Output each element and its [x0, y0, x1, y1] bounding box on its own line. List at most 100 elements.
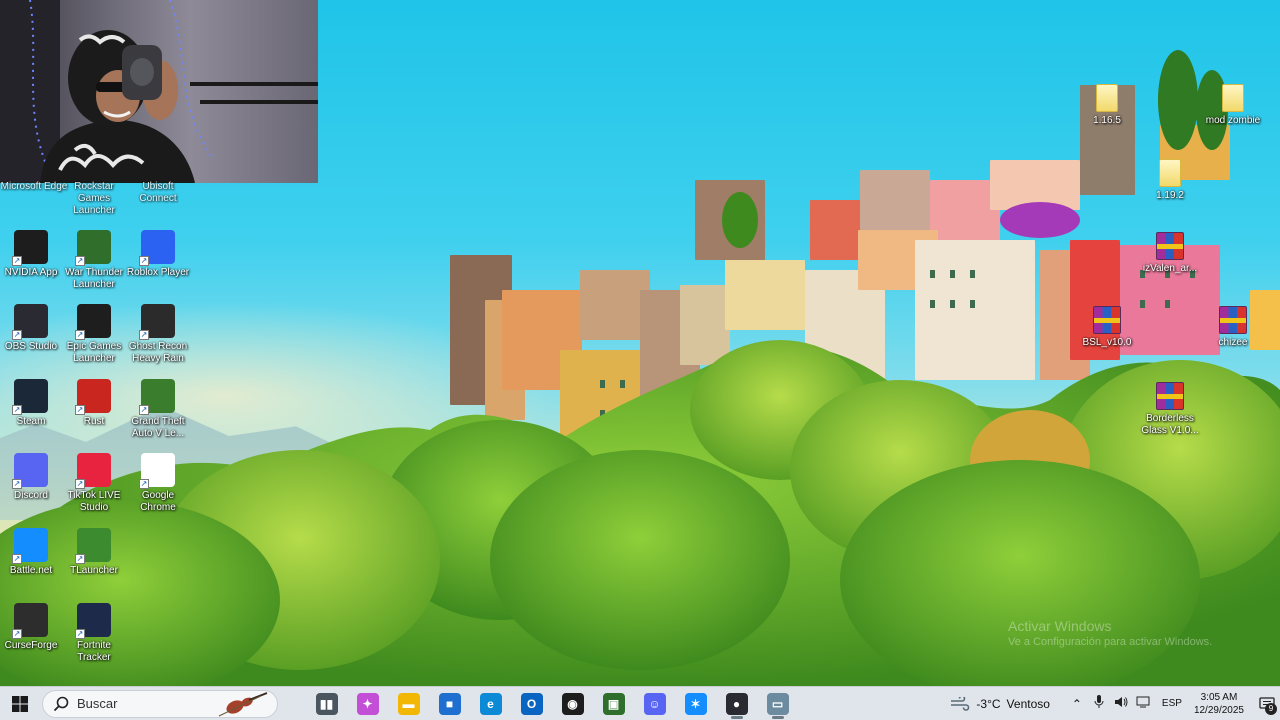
taskbar-pinned-apps: ▮▮ ✦ ▬ ■ e O ◉ ▣ ☺ ✶ ● ▭: [306, 687, 798, 720]
taskbar-app-copilot[interactable]: ✦: [347, 687, 388, 720]
battle-net-icon: ↗: [12, 528, 48, 564]
desktop-file-izvalen[interactable]: izValen_ar...: [1135, 232, 1205, 275]
watermark-subtitle: Ve a Configuración para activar Windows.: [1008, 636, 1213, 648]
nvidia-icon: ↗: [12, 230, 48, 266]
desktop-icon-ghost-recon[interactable]: ↗ Ghost Recon Heavy Rain: [123, 304, 193, 365]
weather-temperature: -3°C: [976, 696, 1001, 711]
desktop-wallpaper: Microsoft Edge Rockstar Games Launcher U…: [0, 0, 1280, 686]
desktop-icon-rockstar-partial[interactable]: Rockstar Games Launcher: [59, 178, 129, 217]
shortcut-arrow-icon: ↗: [75, 330, 85, 340]
desktop-icon-gta5[interactable]: ↗ Grand Theft Auto V Le...: [123, 379, 193, 440]
desktop-icon-discord[interactable]: ↗ Discord: [0, 453, 66, 502]
steam-icon: ↗: [12, 379, 48, 415]
obs-icon: ●: [725, 692, 748, 715]
desktop-icon-label: Epic Games Launcher: [66, 341, 122, 364]
discord-icon: ☺: [643, 692, 666, 715]
desktop-icon-label: NVIDIA App: [4, 267, 58, 278]
desktop-icon-war-thunder[interactable]: ↗ War Thunder Launcher: [59, 230, 129, 291]
watermark-title: Activar Windows: [1008, 618, 1112, 634]
curseforge-icon: ↗: [12, 603, 48, 639]
desktop-icon-label: Battle.net: [9, 565, 53, 576]
desktop-folder-mod-zombie[interactable]: mod zombie: [1198, 84, 1268, 127]
desktop-icon-rust[interactable]: ↗ Rust: [59, 379, 129, 428]
language-indicator[interactable]: ESP: [1162, 698, 1182, 709]
taskbar-search-box[interactable]: Buscar: [42, 689, 278, 718]
desktop-file-chizee[interactable]: chizee: [1198, 306, 1268, 349]
desktop-folder-1-16-5[interactable]: 1.16.5: [1072, 84, 1142, 127]
desktop-icon-tiktok[interactable]: ↗ TikTok LIVE Studio: [59, 453, 129, 514]
desktop-icon-label: TikTok LIVE Studio: [67, 490, 121, 513]
taskbar-app-outlook[interactable]: O: [511, 687, 552, 720]
taskbar-app-discord[interactable]: ☺: [634, 687, 675, 720]
desktop-icon-label: Grand Theft Auto V Le...: [131, 416, 185, 439]
desktop-icon-tlauncher[interactable]: ↗ TLauncher: [59, 528, 129, 577]
desktop-icon-fortnite-tracker[interactable]: ↗ Fortnite Tracker: [59, 603, 129, 664]
weather-widget[interactable]: -3°C Ventoso: [950, 696, 1050, 711]
desktop-icon-steam[interactable]: ↗ Steam: [0, 379, 66, 428]
taskbar-app-game-window[interactable]: ▭: [757, 687, 798, 720]
folder-icon: [1222, 84, 1244, 112]
taskbar-app-war-thunder[interactable]: ▣: [593, 687, 634, 720]
taskbar-app-obs[interactable]: ●: [716, 687, 757, 720]
desktop-icon-label: Rockstar Games Launcher: [73, 181, 115, 216]
taskbar-app-file-explorer[interactable]: ▬: [388, 687, 429, 720]
winrar-archive-icon: [1156, 232, 1184, 260]
desktop-icon-label: Roblox Player: [126, 267, 190, 278]
activation-watermark: Activar Windows Ve a Configuración para …: [1008, 618, 1212, 648]
microphone-icon[interactable]: [1089, 695, 1109, 712]
desktop-icon-epic[interactable]: ↗ Epic Games Launcher: [59, 304, 129, 365]
desktop-icon-label: Rust: [83, 416, 105, 427]
desktop-icon-curseforge[interactable]: ↗ CurseForge: [0, 603, 66, 652]
desktop-icon-battlenet[interactable]: ↗ Battle.net: [0, 528, 66, 577]
store-icon: ■: [438, 692, 461, 715]
copilot-icon: ✦: [356, 692, 379, 715]
war-thunder-icon: ▣: [602, 692, 625, 715]
taskbar: Buscar ▮▮ ✦ ▬ ■ e O ◉ ▣ ☺ ✶ ● ▭ -3°C Ventoso ⌃ ESP: [0, 686, 1280, 720]
desktop-file-borderless-glass[interactable]: Borderless Glass V1.0...: [1135, 382, 1205, 437]
search-placeholder: Buscar: [77, 696, 118, 711]
shortcut-arrow-icon: ↗: [12, 330, 22, 340]
tlauncher-icon: ↗: [75, 528, 111, 564]
desktop-file-bsl[interactable]: BSL_v10.0: [1072, 306, 1142, 349]
shortcut-arrow-icon: ↗: [12, 479, 22, 489]
chrome-icon: ↗: [139, 453, 175, 489]
chevron-up-icon[interactable]: ⌃: [1067, 697, 1087, 711]
folder-icon: [1096, 84, 1118, 112]
war-thunder-icon: ↗: [75, 230, 111, 266]
desktop-icon-label: BSL_v10.0: [1082, 337, 1132, 348]
desktop-folder-1-19-2[interactable]: 1.19.2: [1135, 159, 1205, 202]
clock-time: 3:05 AM: [1200, 691, 1238, 703]
taskbar-app-microsoft-store[interactable]: ■: [429, 687, 470, 720]
rust-icon: ↗: [75, 379, 111, 415]
folder-icon: ▬: [397, 692, 420, 715]
winrar-archive-icon: [1093, 306, 1121, 334]
clock-date: 12/29/2025: [1193, 704, 1244, 716]
desktop-icon-ubisoft-partial[interactable]: Ubisoft Connect: [123, 178, 193, 205]
webcam-streamer-image: [0, 0, 318, 183]
notification-button[interactable]: 9: [1254, 687, 1280, 720]
shortcut-arrow-icon: ↗: [75, 554, 85, 564]
speaker-icon[interactable]: [1111, 696, 1131, 711]
desktop-icon-label: 1.16.5: [1093, 115, 1121, 126]
shortcut-arrow-icon: ↗: [139, 479, 149, 489]
start-button[interactable]: [0, 687, 40, 720]
desktop-icon-obs[interactable]: ↗ OBS Studio: [0, 304, 66, 353]
desktop-icon-label: Steam: [16, 416, 46, 427]
network-icon[interactable]: [1133, 696, 1153, 711]
desktop-icon-roblox[interactable]: ↗ Roblox Player: [123, 230, 193, 279]
desktop-icon-label: izValen_ar...: [1142, 263, 1198, 274]
desktop-icon-nvidia[interactable]: ↗ NVIDIA App: [0, 230, 66, 279]
clock[interactable]: 3:05 AM 12/29/2025: [1194, 691, 1244, 717]
taskbar-app-task-view[interactable]: ▮▮: [306, 687, 347, 720]
desktop-icon-chrome[interactable]: ↗ Google Chrome: [123, 453, 193, 514]
taskbar-app-battlenet[interactable]: ✶: [675, 687, 716, 720]
shortcut-arrow-icon: ↗: [139, 256, 149, 266]
weather-condition: Ventoso: [1006, 696, 1050, 711]
system-tray: -3°C Ventoso ⌃ ESP 3:05 AM 12/29/2025 9: [950, 687, 1280, 720]
discord-icon: ↗: [12, 453, 48, 489]
taskbar-app-nvidia[interactable]: ◉: [552, 687, 593, 720]
desktop-icon-label: CurseForge: [4, 640, 58, 651]
desktop-icon-label: chizee: [1218, 337, 1248, 348]
task-view-icon: ▮▮: [315, 692, 338, 715]
taskbar-app-edge[interactable]: e: [470, 687, 511, 720]
